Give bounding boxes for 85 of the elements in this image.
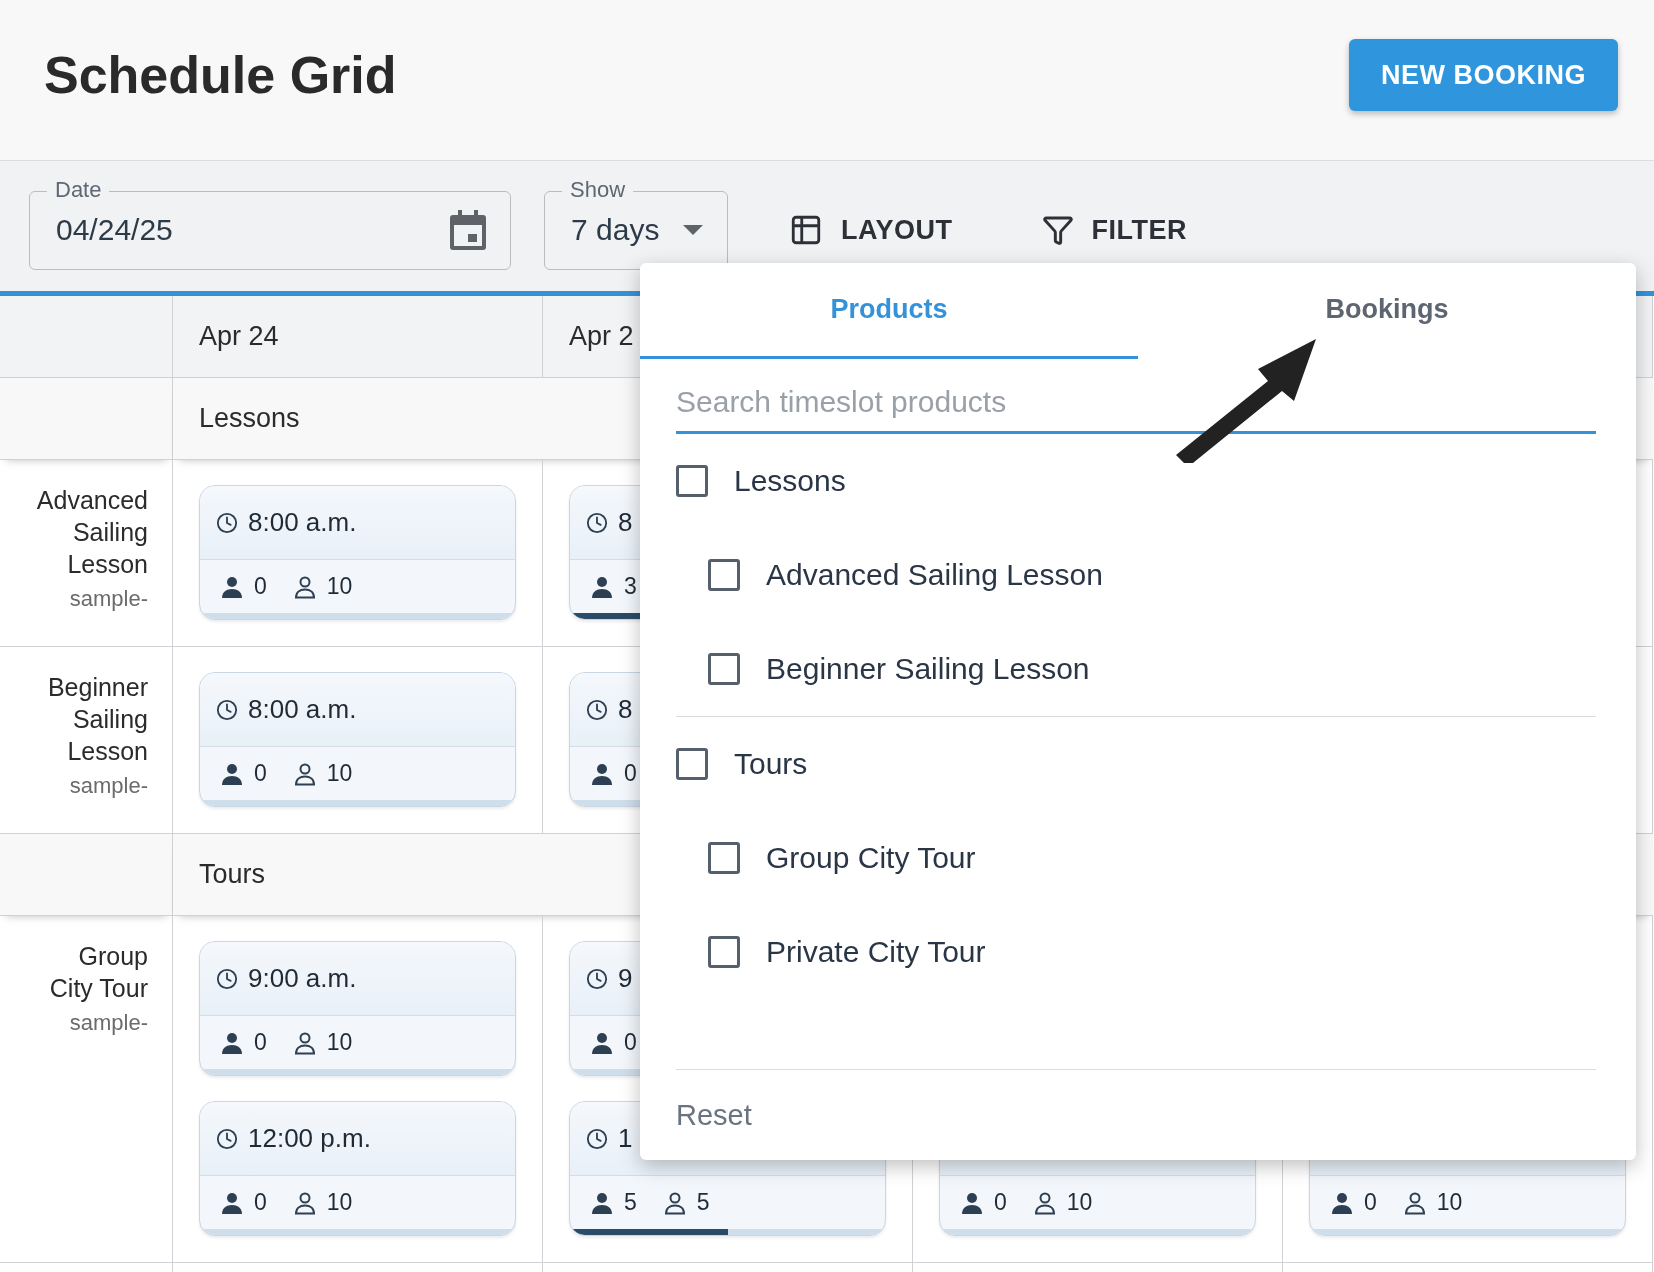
checkbox[interactable] [708, 653, 740, 685]
person-outline-icon [292, 1030, 317, 1055]
filter-tab[interactable]: Bookings [1138, 263, 1636, 359]
slot-time: 12:00 p.m. [248, 1123, 371, 1154]
capacity-count: 10 [326, 1029, 353, 1056]
booked-count: 0 [254, 760, 267, 787]
booked-count: 5 [624, 1189, 637, 1216]
booked-count: 0 [254, 573, 267, 600]
reset-button[interactable]: Reset [676, 1098, 752, 1132]
day-header: Apr 24 [199, 321, 279, 352]
person-icon [960, 1190, 984, 1215]
day-header: Apr 2 [569, 321, 634, 352]
checkbox[interactable] [708, 936, 740, 968]
booked-count: 0 [994, 1189, 1007, 1216]
slot-time: 8 [618, 507, 633, 538]
person-icon [590, 1190, 614, 1215]
product-option[interactable]: Advanced Sailing Lesson [676, 528, 1596, 622]
checkbox[interactable] [708, 559, 740, 591]
product-code: sample- [69, 586, 148, 612]
timeslot-card[interactable]: 8:00 a.m. 0 10 [199, 485, 516, 620]
timeslot-card[interactable]: 8:00 a.m. 0 10 [199, 672, 516, 807]
product-option[interactable]: Private City Tour [676, 905, 1596, 999]
capacity-count: 10 [326, 760, 353, 787]
product-code: sample- [69, 773, 148, 799]
person-outline-icon [1032, 1190, 1057, 1215]
product-code: sample- [69, 1010, 148, 1036]
slot-time: 8 [618, 694, 633, 725]
person-outline-icon [292, 574, 317, 599]
clock-icon [586, 967, 608, 990]
slot-time: 9 [618, 963, 633, 994]
product-name: Group City Tour [48, 941, 148, 1004]
caret-icon [683, 225, 703, 235]
booked-count: 3 [624, 573, 637, 600]
clock-icon [216, 511, 238, 534]
product-option[interactable]: Group City Tour [676, 811, 1596, 905]
slot-time: 9:00 a.m. [248, 963, 357, 994]
capacity-count: 10 [326, 1189, 353, 1216]
page-title: Schedule Grid [44, 45, 397, 105]
person-icon [1330, 1190, 1354, 1215]
person-outline-icon [662, 1190, 687, 1215]
person-icon [220, 761, 244, 786]
table-icon [789, 213, 823, 247]
booked-count: 0 [624, 760, 637, 787]
product-name: Beginner Sailing Lesson [46, 672, 148, 767]
clock-icon [586, 511, 608, 534]
booked-count: 0 [1364, 1189, 1377, 1216]
capacity-count: 10 [1066, 1189, 1093, 1216]
booked-count: 0 [254, 1029, 267, 1056]
timeslot-card[interactable]: 12:00 p.m. 0 10 [199, 1101, 516, 1236]
category-option[interactable]: Lessons [676, 434, 1596, 528]
clock-icon [586, 1127, 608, 1150]
slot-time: 8:00 a.m. [248, 507, 357, 538]
slot-time: 1 [618, 1123, 633, 1154]
layout-button[interactable]: LAYOUT [761, 205, 981, 255]
timeslot-card[interactable]: 9:00 a.m. 0 10 [199, 941, 516, 1076]
booked-count: 0 [254, 1189, 267, 1216]
clock-icon [586, 698, 608, 721]
capacity-count: 10 [326, 573, 353, 600]
checkbox[interactable] [676, 465, 708, 497]
filter-button[interactable]: FILTER [1013, 206, 1215, 254]
filter-icon [1041, 214, 1074, 246]
person-outline-icon [292, 761, 317, 786]
capacity-count: 5 [696, 1189, 710, 1216]
capacity-count: 10 [1436, 1189, 1463, 1216]
person-icon [220, 1030, 244, 1055]
product-option[interactable]: Beginner Sailing Lesson [676, 622, 1596, 716]
person-icon [590, 1030, 614, 1055]
group-header: Tours [199, 859, 266, 890]
product-name: Advanced Sailing Lesson [35, 485, 148, 580]
person-outline-icon [292, 1190, 317, 1215]
group-header: Lessons [199, 403, 300, 434]
person-icon [590, 761, 614, 786]
checkbox[interactable] [676, 748, 708, 780]
category-option[interactable]: Tours [676, 717, 1596, 811]
booked-count: 0 [624, 1029, 637, 1056]
person-icon [590, 574, 614, 599]
calendar-icon[interactable] [450, 210, 486, 250]
person-icon [220, 1190, 244, 1215]
clock-icon [216, 698, 238, 721]
slot-time: 8:00 a.m. [248, 694, 357, 725]
checkbox[interactable] [708, 842, 740, 874]
clock-icon [216, 967, 238, 990]
clock-icon [216, 1127, 238, 1150]
person-outline-icon [1402, 1190, 1427, 1215]
person-icon [220, 574, 244, 599]
